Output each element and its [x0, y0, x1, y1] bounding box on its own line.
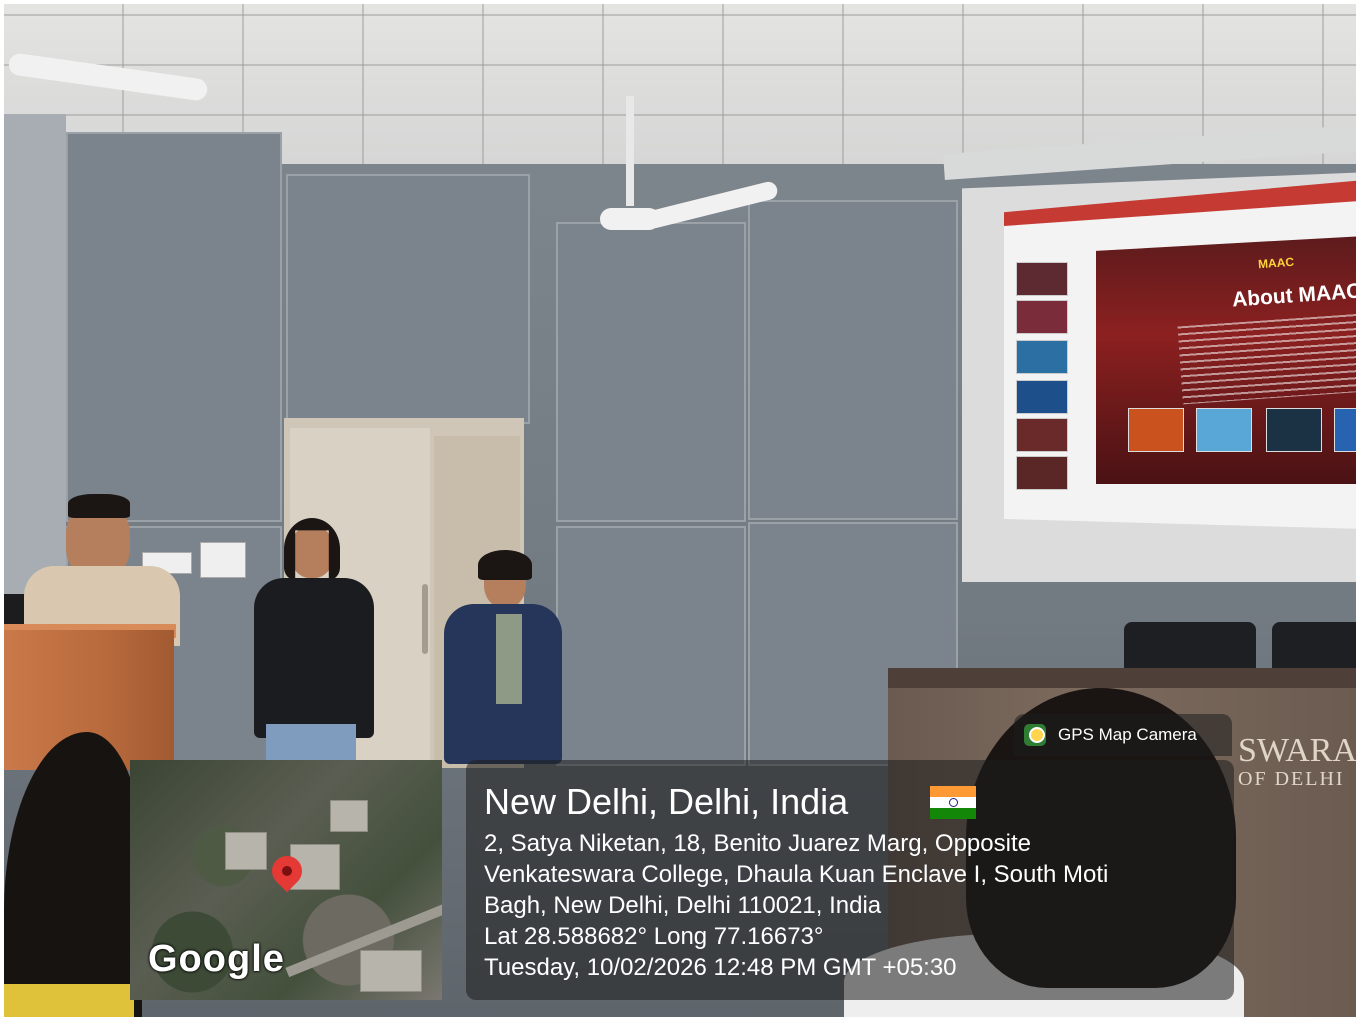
map-building	[225, 832, 267, 870]
front-desk-top	[888, 668, 1356, 688]
ceiling-fan-blade	[600, 208, 660, 230]
wall-socket-board	[200, 542, 246, 578]
slide-body-text	[1177, 313, 1356, 405]
wall-panel	[66, 132, 282, 522]
wall-panel	[556, 526, 746, 766]
slide-thumbnail	[1016, 380, 1068, 414]
slide-image-card	[1196, 408, 1252, 452]
slide-thumbnail	[1016, 340, 1068, 374]
map-building	[360, 950, 422, 992]
datetime: Tuesday, 10/02/2026 12:48 PM GMT +05:30	[484, 954, 957, 981]
gps-app-name: GPS Map Camera	[1058, 725, 1197, 744]
slide-image-card	[1334, 408, 1356, 452]
desk-sign-line1: SWARA	[1238, 732, 1356, 769]
wall-panel	[556, 222, 746, 522]
person-jacket-black	[254, 578, 374, 738]
india-flag-icon	[930, 786, 976, 819]
address-line: 2, Satya Niketan, 18, Benito Juarez Marg…	[484, 830, 1031, 857]
slide-image-card	[1128, 408, 1184, 452]
foreground-shirt-left	[4, 984, 134, 1017]
wall-panel	[748, 200, 958, 520]
chair	[1272, 622, 1356, 674]
ceiling-fan-rod	[626, 96, 634, 206]
slide-logo: MAAC	[1257, 254, 1295, 272]
person-face	[290, 526, 334, 578]
address-line: Bagh, New Delhi, Delhi 110021, India	[484, 892, 882, 919]
location-pin-center	[282, 866, 292, 876]
address-line: Venkateswara College, Dhaula Kuan Enclav…	[484, 861, 1109, 888]
foreground-head-left	[4, 732, 142, 1017]
gps-map-camera-icon-dot	[1029, 727, 1045, 743]
person-shirt	[496, 614, 522, 704]
location-city: New Delhi, Delhi, India	[484, 781, 849, 822]
slide-image-card	[1266, 408, 1322, 452]
wall-panel	[286, 174, 530, 424]
slide-thumbnail	[1016, 300, 1068, 334]
slide-thumbnail	[1016, 262, 1068, 296]
coordinates: Lat 28.588682° Long 77.16673°	[484, 923, 824, 950]
slide-thumbnail	[1016, 418, 1068, 452]
google-logo: Google	[148, 938, 285, 980]
map-building	[330, 800, 368, 832]
desk-sign-line2: OF DELHI	[1238, 768, 1345, 790]
door-handle	[422, 584, 428, 654]
person-hair	[478, 550, 532, 580]
speaker-hair	[68, 494, 130, 518]
slide-thumbnail	[1016, 456, 1068, 490]
chair	[1124, 622, 1256, 674]
